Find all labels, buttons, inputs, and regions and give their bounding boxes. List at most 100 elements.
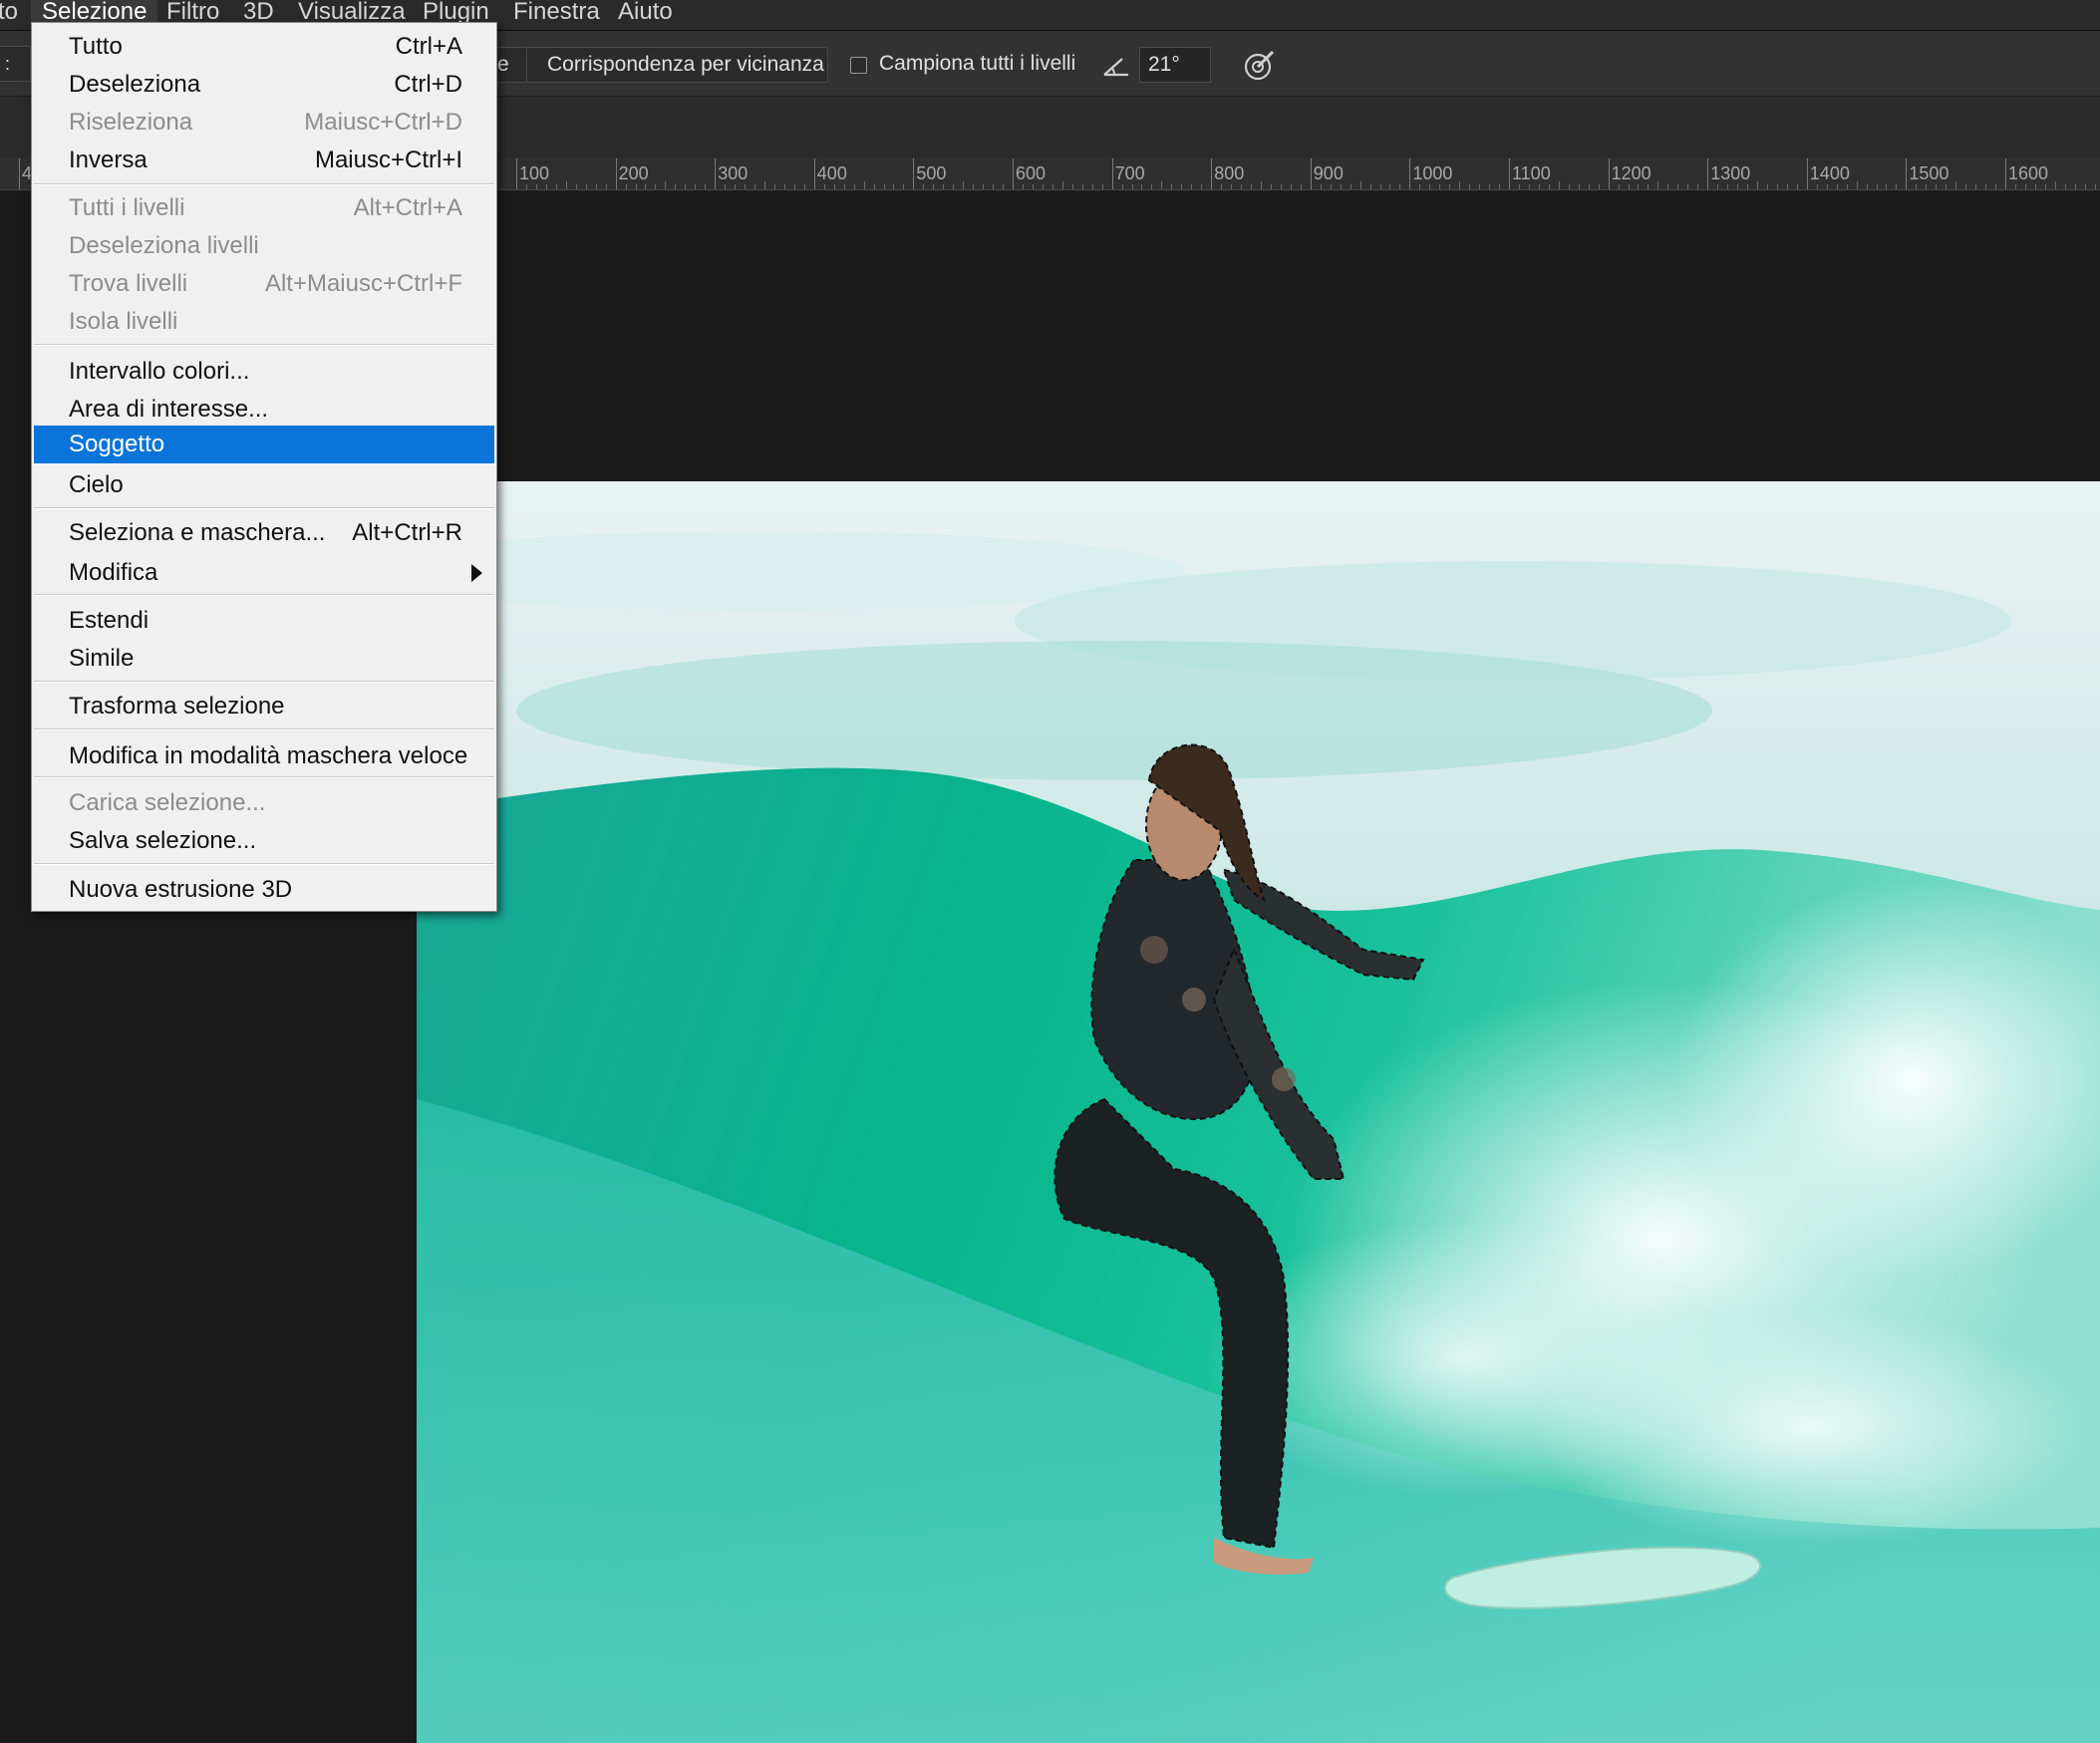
menu-item-inversa[interactable]: Inversa Maiusc+Ctrl+I xyxy=(34,142,494,178)
ruler-minor-tick xyxy=(1121,184,1123,189)
ruler-minor-tick xyxy=(1022,184,1024,189)
menu-item-seleziona-e-maschera[interactable]: Seleziona e maschera... Alt+Ctrl+R xyxy=(34,514,494,551)
refine-edge-brush-icon[interactable] xyxy=(1243,49,1277,83)
ruler-minor-tick xyxy=(1657,181,1659,189)
ruler-minor-tick xyxy=(1826,184,1828,189)
menu-aiuto[interactable]: Aiuto xyxy=(618,0,673,31)
selezione-dropdown-menu: Tutto Ctrl+A Deseleziona Ctrl+D Riselezi… xyxy=(31,22,497,912)
ruler-minor-tick xyxy=(1876,184,1878,189)
ruler-minor-tick xyxy=(1618,184,1620,189)
ruler-minor-tick xyxy=(685,184,687,189)
menu-item-modifica[interactable]: Modifica xyxy=(34,554,494,591)
menu-item-tutto[interactable]: Tutto Ctrl+A xyxy=(34,28,494,65)
ruler-minor-tick xyxy=(953,184,955,189)
menu-item-intervallo-colori[interactable]: Intervallo colori... xyxy=(34,353,494,390)
ruler-minor-tick xyxy=(635,184,637,189)
ruler-label: 900 xyxy=(1313,163,1344,183)
ruler-label: 1300 xyxy=(1710,163,1751,183)
angle-input[interactable]: 21° xyxy=(1139,47,1211,83)
menu-item-riseleziona[interactable]: Riseleziona Maiusc+Ctrl+D xyxy=(34,104,494,141)
menu-item-simile[interactable]: Simile xyxy=(34,640,494,677)
ruler-minor-tick xyxy=(1042,184,1044,189)
menu-separator xyxy=(34,776,494,778)
ruler-minor-tick xyxy=(2084,184,2086,189)
ruler-minor-tick xyxy=(1101,184,1103,189)
menu-item-tutti-i-livelli[interactable]: Tutti i livelli Alt+Ctrl+A xyxy=(34,189,494,226)
ruler-label: 300 xyxy=(718,163,749,183)
ruler-minor-tick xyxy=(1677,184,1679,189)
surfer-image-illustration xyxy=(417,481,2100,1743)
ruler-minor-tick xyxy=(1151,184,1153,189)
menu-separator xyxy=(34,863,494,865)
ruler-major-tick xyxy=(1906,158,1908,189)
menu-item-maschera-veloce[interactable]: Modifica in modalità maschera veloce xyxy=(34,737,494,774)
ruler-minor-tick xyxy=(725,184,727,189)
menu-item-trasforma-selezione[interactable]: Trasforma selezione xyxy=(34,688,494,725)
menu-finestra[interactable]: Finestra xyxy=(513,0,600,31)
menu-item-deseleziona-livelli[interactable]: Deseleziona livelli xyxy=(34,227,494,264)
ruler-minor-tick xyxy=(1995,184,1997,189)
menu-item-label: Trova livelli xyxy=(69,270,188,297)
ruler-major-tick xyxy=(715,158,717,189)
ruler-major-tick xyxy=(1806,158,1808,189)
ruler-minor-tick xyxy=(1201,184,1203,189)
surfer-photo[interactable] xyxy=(417,481,2100,1743)
ruler-minor-tick xyxy=(1776,184,1778,189)
menu-item-trova-livelli[interactable]: Trova livelli Alt+Maiusc+Ctrl+F xyxy=(34,265,494,302)
ruler-minor-tick xyxy=(1003,184,1005,189)
menu-item-estendi[interactable]: Estendi xyxy=(34,602,494,639)
ruler-minor-tick xyxy=(1896,184,1898,189)
ruler-minor-tick xyxy=(1071,184,1073,189)
menu-separator xyxy=(34,594,494,596)
menu-item-isola-livelli[interactable]: Isola livelli xyxy=(34,303,494,340)
ruler-minor-tick xyxy=(1717,184,1719,189)
menu-item-area-di-interesse[interactable]: Area di interesse... xyxy=(34,391,494,428)
ruler-minor-tick xyxy=(1548,184,1550,189)
match-proximity-button[interactable]: Corrispondenza per vicinanza xyxy=(526,47,828,83)
menu-item-cielo[interactable]: Cielo xyxy=(34,466,494,503)
menu-separator xyxy=(34,344,494,346)
ruler-minor-tick xyxy=(2064,184,2066,189)
ruler-major-tick xyxy=(1409,158,1411,189)
ruler-minor-tick xyxy=(1558,181,1560,189)
ruler-minor-tick xyxy=(1886,184,1888,189)
menu-item-salva-selezione[interactable]: Salva selezione... xyxy=(34,822,494,859)
ruler-label: 1100 xyxy=(1512,163,1551,183)
menu-item-label: Soggetto xyxy=(69,431,165,457)
tool-preset-button[interactable]: : xyxy=(0,46,31,82)
ruler-minor-tick xyxy=(764,181,765,189)
ruler-minor-tick xyxy=(2014,184,2016,189)
ruler-minor-tick xyxy=(1161,181,1163,189)
ruler-major-tick xyxy=(1310,158,1312,189)
ruler-minor-tick xyxy=(1489,184,1491,189)
ruler-minor-tick xyxy=(1578,184,1580,189)
menu-item-carica-selezione[interactable]: Carica selezione... xyxy=(34,784,494,821)
ruler-minor-tick xyxy=(1985,184,1987,189)
ruler-minor-tick xyxy=(1221,184,1223,189)
sample-all-layers-checkbox[interactable] xyxy=(850,57,867,74)
ruler-minor-tick xyxy=(585,184,587,189)
menu-item-label: Cielo xyxy=(69,471,124,498)
ruler-minor-tick xyxy=(1568,184,1570,189)
ruler-minor-tick xyxy=(1916,184,1918,189)
ruler-minor-tick xyxy=(754,184,756,189)
menu-item-shortcut: Alt+Ctrl+R xyxy=(352,519,462,546)
ruler-minor-tick xyxy=(1131,184,1133,189)
menu-separator xyxy=(34,681,494,683)
ruler-major-tick xyxy=(19,158,20,189)
ruler-minor-tick xyxy=(1091,184,1093,189)
ruler-major-tick xyxy=(2005,158,2006,189)
menu-item-label: Inversa xyxy=(69,146,148,173)
ruler-minor-tick xyxy=(1737,184,1739,189)
menu-item-deseleziona[interactable]: Deseleziona Ctrl+D xyxy=(34,66,494,103)
ruler-minor-tick xyxy=(525,184,527,189)
ruler-minor-tick xyxy=(745,184,747,189)
submenu-arrow-icon xyxy=(471,564,482,582)
menu-item-nuova-estrusione-3d[interactable]: Nuova estrusione 3D xyxy=(34,871,494,908)
ruler-major-tick xyxy=(813,158,815,189)
menu-image[interactable]: to xyxy=(0,0,18,31)
menu-item-soggetto[interactable]: Soggetto xyxy=(34,426,494,463)
ruler-major-tick xyxy=(1211,158,1213,189)
ruler-minor-tick xyxy=(1032,184,1034,189)
ruler-label: 400 xyxy=(816,163,847,183)
